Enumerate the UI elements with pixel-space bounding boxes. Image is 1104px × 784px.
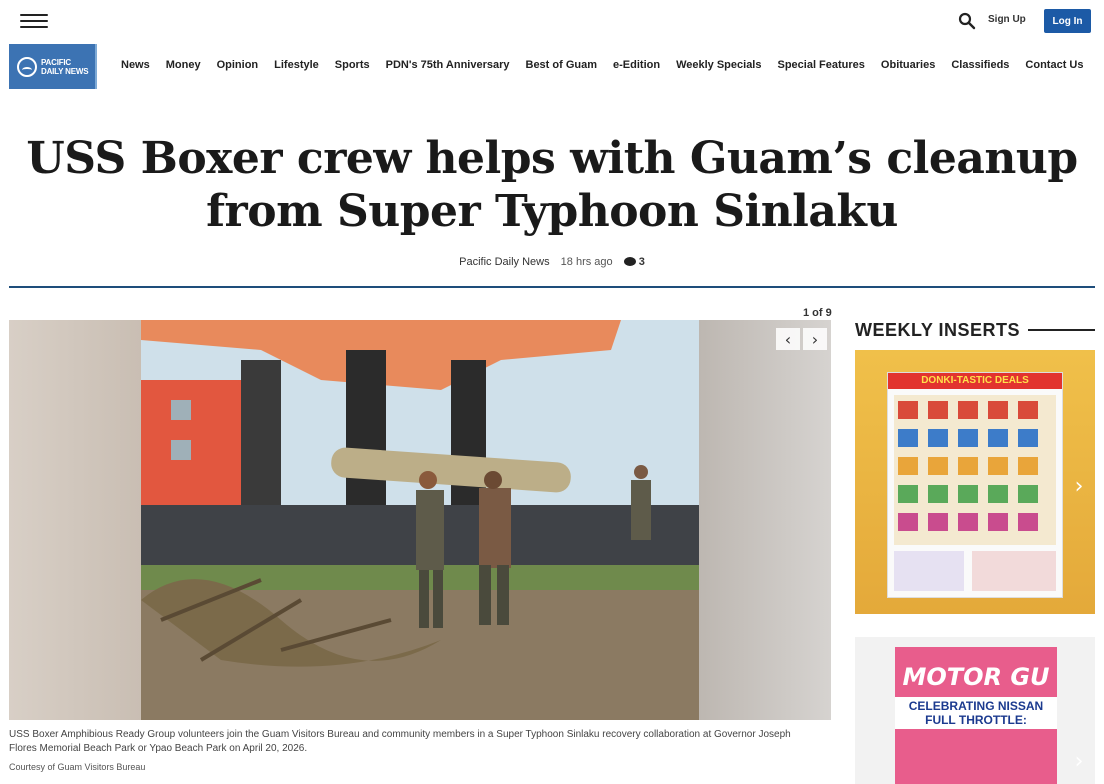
- nav-item-special-features[interactable]: Special Features: [777, 59, 864, 71]
- byline: Pacific Daily News 18 hrs ago 3: [0, 256, 1104, 268]
- nav-item-classifieds[interactable]: Classifieds: [951, 59, 1009, 71]
- top-bar: Sign Up Log In: [0, 0, 1104, 44]
- nav-item-best-of-guam[interactable]: Best of Guam: [526, 59, 598, 71]
- log-in-button[interactable]: Log In: [1044, 9, 1091, 33]
- insert-next-button[interactable]: ›: [1069, 472, 1089, 500]
- weekly-insert-card[interactable]: MOTOR GU CELEBRATING NISSAN FULL THROTTL…: [855, 637, 1095, 784]
- photo-caption: USS Boxer Amphibious Ready Group volunte…: [9, 729, 791, 754]
- insert-subline: CELEBRATING NISSAN FULL THROTTLE:: [895, 697, 1057, 729]
- nav-item-obituaries[interactable]: Obituaries: [881, 59, 935, 71]
- gallery-counter: 1 of 9: [803, 307, 832, 319]
- nav-item-lifestyle[interactable]: Lifestyle: [274, 59, 319, 71]
- insert-headline: DONKI-TASTIC DEALS: [888, 373, 1062, 389]
- site-logo[interactable]: PACIFIC DAILY NEWS: [9, 44, 97, 89]
- nav-item-weekly-specials[interactable]: Weekly Specials: [676, 59, 761, 71]
- photo-gallery[interactable]: ‹ ›: [9, 320, 831, 720]
- comments-link[interactable]: 3: [623, 256, 645, 268]
- publish-time: 18 hrs ago: [560, 256, 613, 268]
- gallery-next-button[interactable]: ›: [803, 328, 827, 350]
- flyer-products-image: [894, 395, 1056, 591]
- chevron-right-icon: ›: [1074, 473, 1084, 499]
- nav-item-contact-us[interactable]: Contact Us: [1025, 59, 1083, 71]
- photo-credit: Courtesy of Guam Visitors Bureau: [9, 762, 146, 772]
- heading-rule: [1028, 329, 1095, 331]
- nav-item-opinion[interactable]: Opinion: [217, 59, 259, 71]
- title-divider: [9, 286, 1095, 288]
- comment-icon: [623, 257, 636, 266]
- menu-icon[interactable]: [20, 14, 48, 30]
- nav-item-75th-anniversary[interactable]: PDN's 75th Anniversary: [386, 59, 510, 71]
- chevron-right-icon: ›: [1074, 748, 1084, 774]
- nav-item-money[interactable]: Money: [166, 59, 201, 71]
- sign-up-link[interactable]: Sign Up: [988, 14, 1026, 25]
- gallery-blur-right: [699, 320, 831, 720]
- gallery-prev-button[interactable]: ‹: [776, 328, 800, 350]
- gallery-blur-left: [9, 320, 141, 720]
- logo-line2: DAILY NEWS: [41, 66, 89, 76]
- insert-next-button[interactable]: ›: [1069, 747, 1089, 775]
- insert-flyer-image: MOTOR GU CELEBRATING NISSAN FULL THROTTL…: [895, 647, 1057, 784]
- weekly-inserts-heading: WEEKLY INSERTS: [855, 320, 1021, 340]
- nav-item-sports[interactable]: Sports: [335, 59, 370, 71]
- logo-line1: PACIFIC: [41, 57, 72, 67]
- nav-item-news[interactable]: News: [121, 59, 150, 71]
- comment-count: 3: [638, 256, 645, 268]
- insert-flyer-image: DONKI-TASTIC DEALS: [887, 372, 1063, 598]
- chevron-right-icon: ›: [811, 329, 819, 349]
- logo-icon: [17, 56, 37, 77]
- gallery-photo: [141, 320, 699, 720]
- main-nav: News Money Opinion Lifestyle Sports PDN'…: [121, 59, 1099, 71]
- article-title: USS Boxer crew helps with Guam’s cleanup…: [26, 133, 1078, 237]
- insert-headline: MOTOR GU: [902, 663, 1050, 691]
- chevron-left-icon: ‹: [784, 329, 792, 349]
- author-name[interactable]: Pacific Daily News: [459, 256, 549, 268]
- nav-item-e-edition[interactable]: e-Edition: [613, 59, 660, 71]
- search-icon[interactable]: [958, 12, 976, 30]
- weekly-insert-card[interactable]: DONKI-TASTIC DEALS ›: [855, 350, 1095, 614]
